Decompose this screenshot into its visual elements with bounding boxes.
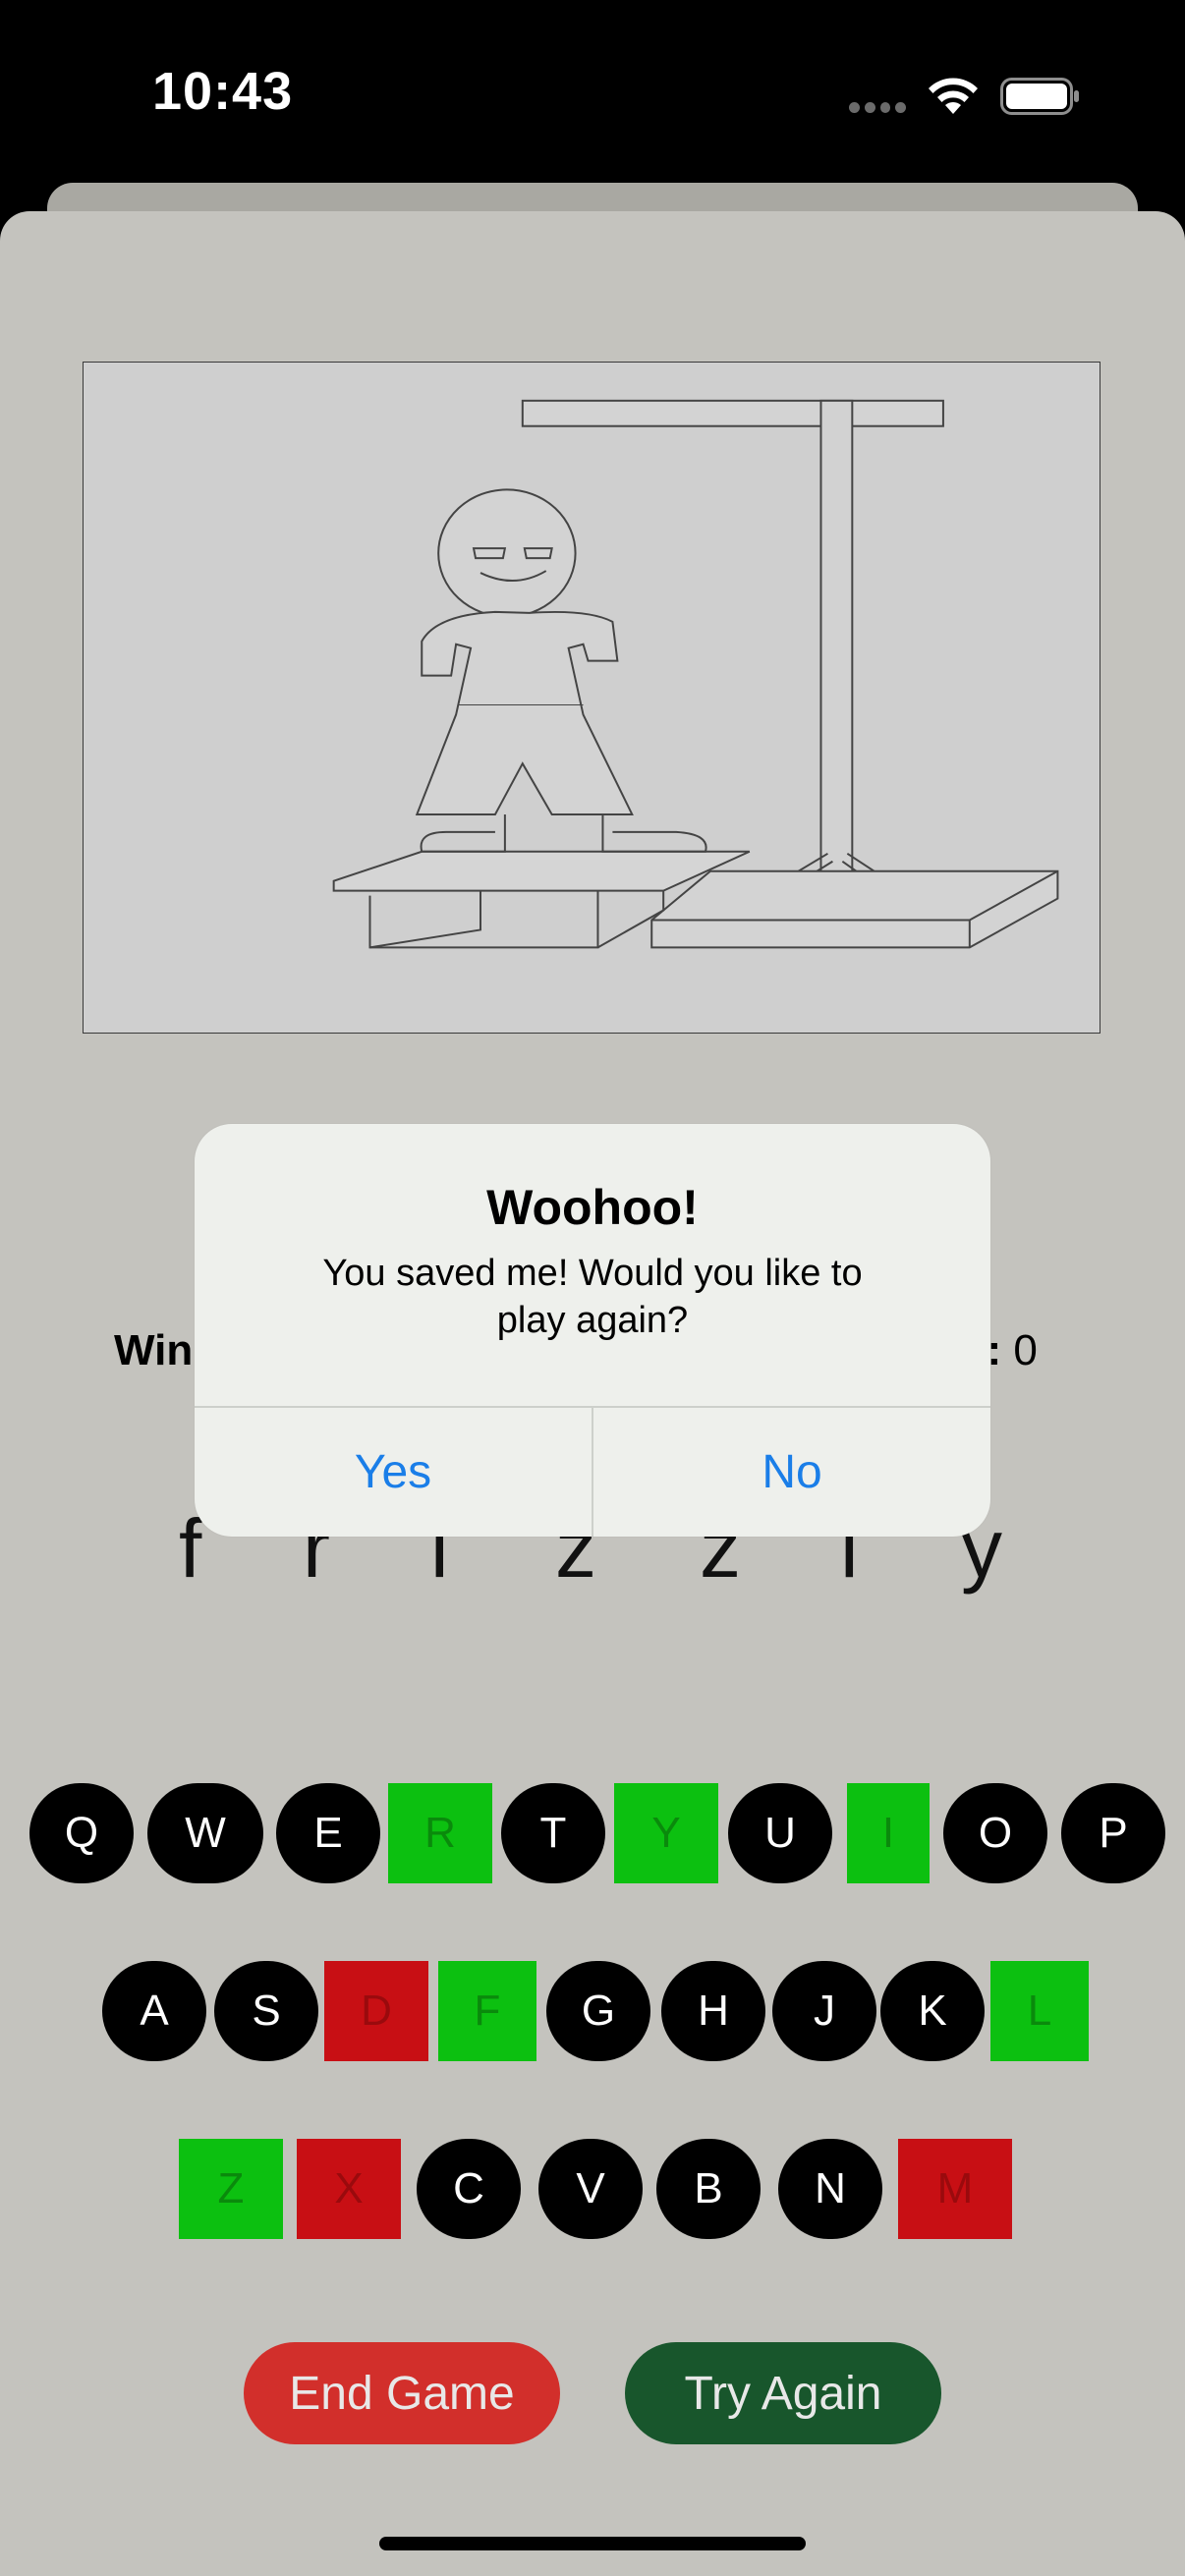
cellular-dots-icon — [849, 102, 906, 114]
key-q[interactable]: Q — [29, 1783, 134, 1883]
key-y[interactable]: Y — [614, 1783, 718, 1883]
key-d[interactable]: D — [324, 1961, 428, 2061]
alert-yes-button[interactable]: Yes — [195, 1408, 592, 1537]
key-h[interactable]: H — [661, 1961, 765, 2061]
key-j[interactable]: J — [772, 1961, 876, 2061]
alert-message: You saved me! Would you like to play aga… — [322, 1253, 863, 1341]
end-game-button[interactable]: End Game — [244, 2342, 560, 2444]
key-c[interactable]: C — [417, 2139, 521, 2239]
key-l[interactable]: L — [990, 1961, 1089, 2061]
status-time: 10:43 — [152, 62, 294, 121]
key-w[interactable]: W — [147, 1783, 263, 1883]
key-a[interactable]: A — [102, 1961, 206, 2061]
hangman-drawing — [83, 362, 1100, 1034]
key-i[interactable]: I — [847, 1783, 930, 1883]
key-m[interactable]: M — [898, 2139, 1012, 2239]
key-f[interactable]: F — [438, 1961, 536, 2061]
key-r[interactable]: R — [388, 1783, 492, 1883]
key-e[interactable]: E — [276, 1783, 380, 1883]
key-s[interactable]: S — [214, 1961, 318, 2061]
key-z[interactable]: Z — [179, 2139, 283, 2239]
wins-label: Win — [114, 1326, 194, 1374]
wifi-icon — [929, 78, 978, 114]
key-v[interactable]: V — [538, 2139, 643, 2239]
key-t[interactable]: T — [501, 1783, 605, 1883]
losses-value: 0 — [1013, 1326, 1038, 1374]
try-again-button[interactable]: Try Again — [625, 2342, 941, 2444]
key-o[interactable]: O — [943, 1783, 1047, 1883]
key-p[interactable]: P — [1061, 1783, 1165, 1883]
key-b[interactable]: B — [656, 2139, 761, 2239]
key-g[interactable]: G — [546, 1961, 650, 2061]
alert-no-button[interactable]: No — [593, 1408, 990, 1537]
screen: 10:43 Win 0 f r i z z l y Q W E R T Y U … — [0, 0, 1185, 2576]
hangman-figure — [332, 399, 1059, 949]
win-alert-dialog: Woohoo! You saved me! Would you like to … — [195, 1124, 990, 1537]
key-x[interactable]: X — [297, 2139, 401, 2239]
key-u[interactable]: U — [728, 1783, 832, 1883]
alert-title: Woohoo! — [486, 1180, 699, 1235]
home-indicator[interactable] — [379, 2537, 806, 2550]
key-n[interactable]: N — [778, 2139, 882, 2239]
battery-icon — [1000, 78, 1079, 115]
key-k[interactable]: K — [880, 1961, 985, 2061]
